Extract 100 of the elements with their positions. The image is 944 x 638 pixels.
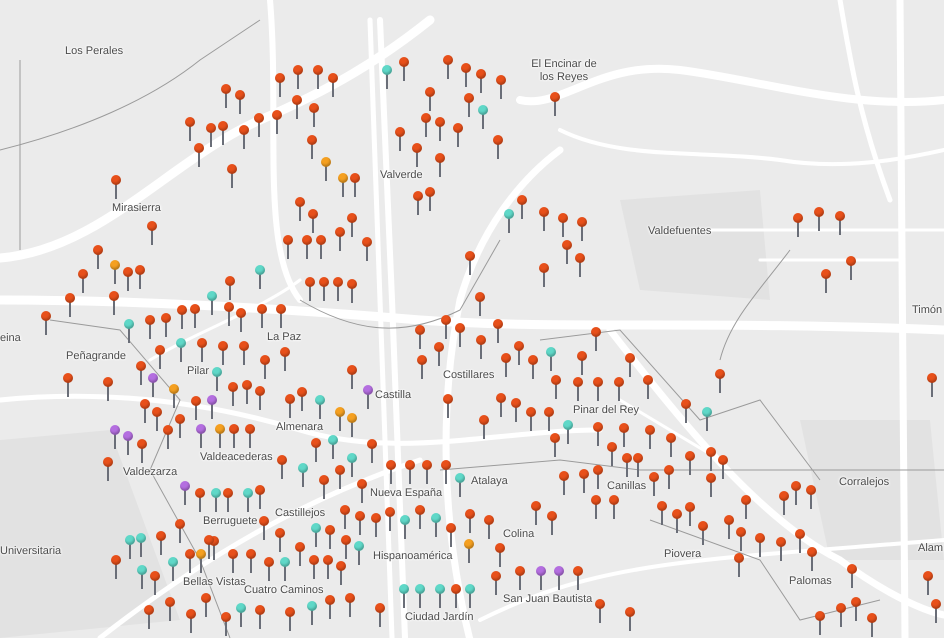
map-pin[interactable] bbox=[239, 341, 249, 365]
map-pin[interactable] bbox=[718, 455, 728, 479]
map-pin[interactable] bbox=[724, 515, 734, 539]
map-pin[interactable] bbox=[354, 541, 364, 565]
map-pin[interactable] bbox=[323, 555, 333, 579]
map-pin[interactable] bbox=[176, 338, 186, 362]
map-pin[interactable] bbox=[260, 355, 270, 379]
map-pin[interactable] bbox=[421, 113, 431, 137]
map-pin[interactable] bbox=[194, 143, 204, 167]
map-pin[interactable] bbox=[593, 465, 603, 489]
map-pin[interactable] bbox=[558, 213, 568, 237]
map-pin[interactable] bbox=[573, 377, 583, 401]
map-pin[interactable] bbox=[109, 291, 119, 315]
map-pin[interactable] bbox=[136, 533, 146, 557]
map-pin[interactable] bbox=[180, 481, 190, 505]
map-pin[interactable] bbox=[645, 425, 655, 449]
map-pin[interactable] bbox=[479, 415, 489, 439]
map-pin[interactable] bbox=[491, 571, 501, 595]
map-pin[interactable] bbox=[319, 277, 329, 301]
map-pin[interactable] bbox=[309, 555, 319, 579]
map-pin[interactable] bbox=[622, 453, 632, 477]
map-pin[interactable] bbox=[434, 342, 444, 366]
map-pin[interactable] bbox=[195, 488, 205, 512]
map-pin[interactable] bbox=[285, 394, 295, 418]
map-pin[interactable] bbox=[302, 235, 312, 259]
map-pin[interactable] bbox=[681, 399, 691, 423]
map-pin[interactable] bbox=[415, 584, 425, 608]
map-pin[interactable] bbox=[228, 549, 238, 573]
map-pin[interactable] bbox=[357, 479, 367, 503]
map-pin[interactable] bbox=[140, 399, 150, 423]
map-pin[interactable] bbox=[443, 55, 453, 79]
map-pin[interactable] bbox=[395, 127, 405, 151]
map-pin[interactable] bbox=[285, 607, 295, 631]
map-pin[interactable] bbox=[277, 455, 287, 479]
map-pin[interactable] bbox=[185, 117, 195, 141]
map-pin[interactable] bbox=[461, 63, 471, 87]
map-pin[interactable] bbox=[295, 542, 305, 566]
map-pin[interactable] bbox=[441, 460, 451, 484]
map-pin[interactable] bbox=[664, 465, 674, 489]
map-pin[interactable] bbox=[163, 425, 173, 449]
map-pin[interactable] bbox=[559, 471, 569, 495]
map-pin[interactable] bbox=[593, 377, 603, 401]
map-pin[interactable] bbox=[63, 373, 73, 397]
map-pin[interactable] bbox=[413, 191, 423, 215]
map-pin[interactable] bbox=[298, 463, 308, 487]
map-pin[interactable] bbox=[649, 472, 659, 496]
map-pin[interactable] bbox=[137, 565, 147, 589]
map-pin[interactable] bbox=[633, 453, 643, 477]
map-pin[interactable] bbox=[224, 302, 234, 326]
map-pin[interactable] bbox=[196, 424, 206, 448]
map-pin[interactable] bbox=[399, 57, 409, 81]
map-pin[interactable] bbox=[643, 375, 653, 399]
map-pin[interactable] bbox=[657, 501, 667, 525]
map-pin[interactable] bbox=[672, 509, 682, 533]
map-pin[interactable] bbox=[111, 175, 121, 199]
map-pin[interactable] bbox=[165, 597, 175, 621]
map-pin[interactable] bbox=[607, 442, 617, 466]
map-pin[interactable] bbox=[211, 488, 221, 512]
map-pin[interactable] bbox=[111, 555, 121, 579]
map-pin[interactable] bbox=[221, 84, 231, 108]
map-pin[interactable] bbox=[272, 110, 282, 134]
map-pin[interactable] bbox=[465, 509, 475, 533]
map-pin[interactable] bbox=[435, 153, 445, 177]
map-pin[interactable] bbox=[254, 113, 264, 137]
map-pin[interactable] bbox=[453, 123, 463, 147]
map-pin[interactable] bbox=[135, 265, 145, 289]
map-pin[interactable] bbox=[539, 207, 549, 231]
map-pin[interactable] bbox=[465, 584, 475, 608]
map-pin[interactable] bbox=[575, 253, 585, 277]
map-pin[interactable] bbox=[443, 394, 453, 418]
map-pin[interactable] bbox=[577, 351, 587, 375]
map-pin[interactable] bbox=[562, 240, 572, 264]
map-pin[interactable] bbox=[221, 612, 231, 636]
map-pin[interactable] bbox=[791, 481, 801, 505]
map-pin[interactable] bbox=[255, 485, 265, 509]
map-pin[interactable] bbox=[313, 65, 323, 89]
map-pin[interactable] bbox=[280, 557, 290, 581]
map-pin[interactable] bbox=[137, 439, 147, 463]
map-pin[interactable] bbox=[103, 457, 113, 481]
map-pin[interactable] bbox=[347, 279, 357, 303]
map-pin[interactable] bbox=[851, 597, 861, 621]
map-pin[interactable] bbox=[341, 535, 351, 559]
map-pin[interactable] bbox=[415, 325, 425, 349]
map-pin[interactable] bbox=[625, 353, 635, 377]
map-pin[interactable] bbox=[243, 488, 253, 512]
map-pin[interactable] bbox=[325, 595, 335, 619]
map-pin[interactable] bbox=[405, 460, 415, 484]
map-pin[interactable] bbox=[835, 211, 845, 235]
map-pin[interactable] bbox=[201, 593, 211, 617]
map-pin[interactable] bbox=[367, 439, 377, 463]
map-pin[interactable] bbox=[476, 69, 486, 93]
map-pin[interactable] bbox=[496, 393, 506, 417]
map-pin[interactable] bbox=[666, 433, 676, 457]
map-pin[interactable] bbox=[435, 584, 445, 608]
map-pin[interactable] bbox=[197, 338, 207, 362]
map-pin[interactable] bbox=[511, 398, 521, 422]
map-pin[interactable] bbox=[399, 584, 409, 608]
map-pin[interactable] bbox=[155, 345, 165, 369]
map-pin[interactable] bbox=[544, 407, 554, 431]
map-pin[interactable] bbox=[455, 323, 465, 347]
